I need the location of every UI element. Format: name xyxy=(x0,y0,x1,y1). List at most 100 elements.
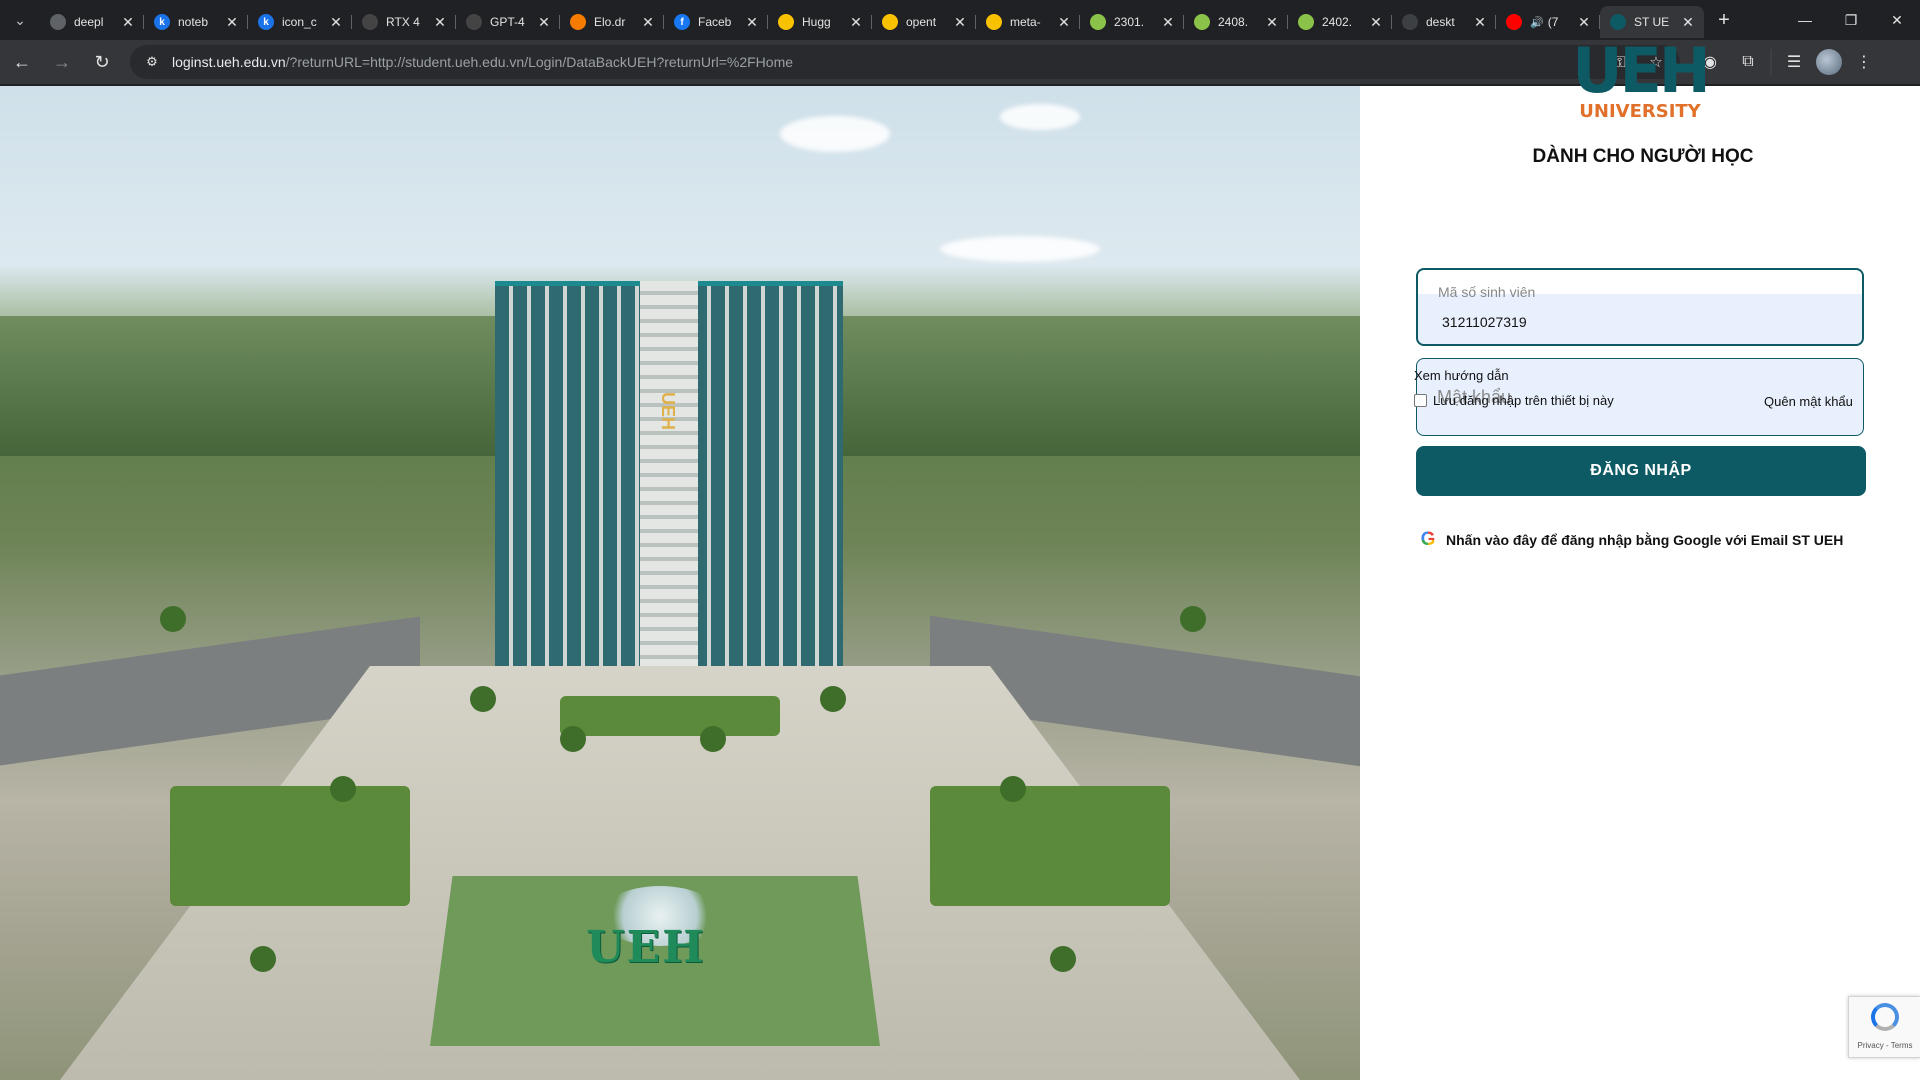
tab-favicon-icon xyxy=(1610,14,1626,30)
login-button[interactable]: ĐĂNG NHẬP xyxy=(1416,446,1866,496)
profile-avatar[interactable] xyxy=(1816,49,1842,75)
browser-tab[interactable]: k icon_c ✕ xyxy=(248,6,352,38)
tab-close-icon[interactable]: ✕ xyxy=(1368,14,1384,30)
tab-close-icon[interactable]: ✕ xyxy=(1056,14,1072,30)
site-info-icon[interactable]: ⚙ xyxy=(140,50,164,74)
menu-kebab-icon[interactable]: ⋮ xyxy=(1848,46,1880,78)
tree xyxy=(250,946,276,972)
tree xyxy=(160,606,186,632)
google-login-label: Nhấn vào đây để đăng nhập bằng Google vớ… xyxy=(1446,532,1844,548)
tab-close-icon[interactable]: ✕ xyxy=(952,14,968,30)
tab-favicon-icon xyxy=(1194,14,1210,30)
minimize-icon[interactable]: — xyxy=(1782,0,1828,40)
browser-tab[interactable]: GPT-4 ✕ xyxy=(456,6,560,38)
tabs: deepl ✕ k noteb ✕ k icon_c ✕ RTX 4 ✕ GPT-4 ✕ Elo.dr ✕… xyxy=(40,0,1704,40)
tab-audio-icon[interactable]: 🔊 xyxy=(1530,16,1544,29)
browser-tab[interactable]: 2408. ✕ xyxy=(1184,6,1288,38)
recaptcha-links[interactable]: Privacy - Terms xyxy=(1849,1041,1920,1050)
tab-close-icon[interactable]: ✕ xyxy=(640,14,656,30)
tab-favicon-icon xyxy=(570,14,586,30)
tab-title: Elo.dr xyxy=(594,15,626,29)
tab-title: deskt xyxy=(1426,15,1455,29)
tree xyxy=(1050,946,1076,972)
forward-button[interactable]: → xyxy=(44,44,80,80)
reload-button[interactable]: ↻ xyxy=(84,44,120,80)
browser-tab[interactable]: meta- ✕ xyxy=(976,6,1080,38)
tab-close-icon[interactable]: ✕ xyxy=(1160,14,1176,30)
tab-close-icon[interactable]: ✕ xyxy=(536,14,552,30)
browser-tab[interactable]: 2301. ✕ xyxy=(1080,6,1184,38)
tab-title: ST UE xyxy=(1634,15,1670,29)
tab-favicon-icon xyxy=(778,14,794,30)
tab-favicon-icon: f xyxy=(674,14,690,30)
close-window-icon[interactable]: ✕ xyxy=(1874,0,1920,40)
tab-title: (7 xyxy=(1547,15,1559,29)
lawn xyxy=(170,786,410,906)
tree xyxy=(1180,606,1206,632)
browser-tab[interactable]: k noteb ✕ xyxy=(144,6,248,38)
restore-icon[interactable]: ❐ xyxy=(1828,0,1874,40)
student-id-label: Mã số sinh viên xyxy=(1438,284,1536,300)
lawn xyxy=(930,786,1170,906)
student-id-input[interactable]: 31211027319 xyxy=(1442,314,1527,330)
tab-close-icon[interactable]: ✕ xyxy=(744,14,760,30)
tree xyxy=(470,686,496,712)
google-icon: G xyxy=(1418,530,1438,550)
recaptcha-badge[interactable]: Privacy - Terms xyxy=(1848,996,1920,1058)
tower-sign: UEH xyxy=(658,391,678,430)
ground-sign: UEH xyxy=(586,922,706,973)
remember-device[interactable]: Lưu đăng nhập trên thiết bị này xyxy=(1414,393,1614,408)
forgot-password-link[interactable]: Quên mật khẩu xyxy=(1764,394,1853,409)
tab-title: 2408. xyxy=(1218,15,1249,29)
tab-close-icon[interactable]: ✕ xyxy=(1680,14,1696,30)
reading-list-icon[interactable]: ☰ xyxy=(1778,46,1810,78)
browser-tab[interactable]: RTX 4 ✕ xyxy=(352,6,456,38)
tree xyxy=(330,776,356,802)
tab-title: Hugg xyxy=(802,15,831,29)
lawn xyxy=(560,696,780,736)
browser-tab[interactable]: 2402. ✕ xyxy=(1288,6,1392,38)
tab-search-icon[interactable]: ⌄ xyxy=(0,0,40,40)
tab-favicon-icon xyxy=(50,14,66,30)
browser-tab[interactable]: deepl ✕ xyxy=(40,6,144,38)
browser-tab[interactable]: Elo.dr ✕ xyxy=(560,6,664,38)
tab-favicon-icon: k xyxy=(154,14,170,30)
back-button[interactable]: ← xyxy=(4,44,40,80)
guide-link[interactable]: Xem hướng dẫn xyxy=(1414,368,1509,383)
tab-title: RTX 4 xyxy=(386,15,420,29)
browser-tab[interactable]: deskt ✕ xyxy=(1392,6,1496,38)
tab-title: opent xyxy=(906,15,937,29)
tab-close-icon[interactable]: ✕ xyxy=(1576,14,1592,30)
address-bar[interactable]: ⚙ loginst.ueh.edu.vn/?returnURL=http://s… xyxy=(130,45,1680,79)
tab-close-icon[interactable]: ✕ xyxy=(848,14,864,30)
tab-close-icon[interactable]: ✕ xyxy=(328,14,344,30)
tab-favicon-icon xyxy=(1090,14,1106,30)
url-text[interactable]: loginst.ueh.edu.vn/?returnURL=http://stu… xyxy=(172,54,1606,70)
tree xyxy=(560,726,586,752)
tab-favicon-icon xyxy=(986,14,1002,30)
tab-close-icon[interactable]: ✕ xyxy=(432,14,448,30)
remember-checkbox[interactable] xyxy=(1414,394,1427,407)
ueh-logo: UEH UNIVERSITY xyxy=(1572,34,1711,128)
tab-favicon-icon xyxy=(362,14,378,30)
url-path: /?returnURL=http://student.ueh.edu.vn/Lo… xyxy=(285,54,794,70)
google-login-link[interactable]: G Nhấn vào đây để đăng nhập bằng Google … xyxy=(1418,530,1844,550)
student-id-field[interactable]: Mã số sinh viên 31211027319 xyxy=(1416,268,1864,346)
tab-close-icon[interactable]: ✕ xyxy=(224,14,240,30)
tab-favicon-icon xyxy=(1298,14,1314,30)
browser-tab[interactable]: f Faceb ✕ xyxy=(664,6,768,38)
cloud xyxy=(1000,104,1080,130)
tab-favicon-icon xyxy=(1402,14,1418,30)
browser-tab[interactable]: Hugg ✕ xyxy=(768,6,872,38)
tab-title: deepl xyxy=(74,15,104,29)
extensions-puzzle-icon[interactable]: ⧉ xyxy=(1732,46,1764,78)
new-tab-button[interactable]: + xyxy=(1710,6,1738,34)
browser-tab[interactable]: opent ✕ xyxy=(872,6,976,38)
tab-title: noteb xyxy=(178,15,209,29)
tab-close-icon[interactable]: ✕ xyxy=(1264,14,1280,30)
logo-wordmark: UEH xyxy=(1572,34,1711,107)
tree xyxy=(820,686,846,712)
tab-close-icon[interactable]: ✕ xyxy=(120,14,136,30)
tab-close-icon[interactable]: ✕ xyxy=(1472,14,1488,30)
tab-favicon-icon: k xyxy=(258,14,274,30)
